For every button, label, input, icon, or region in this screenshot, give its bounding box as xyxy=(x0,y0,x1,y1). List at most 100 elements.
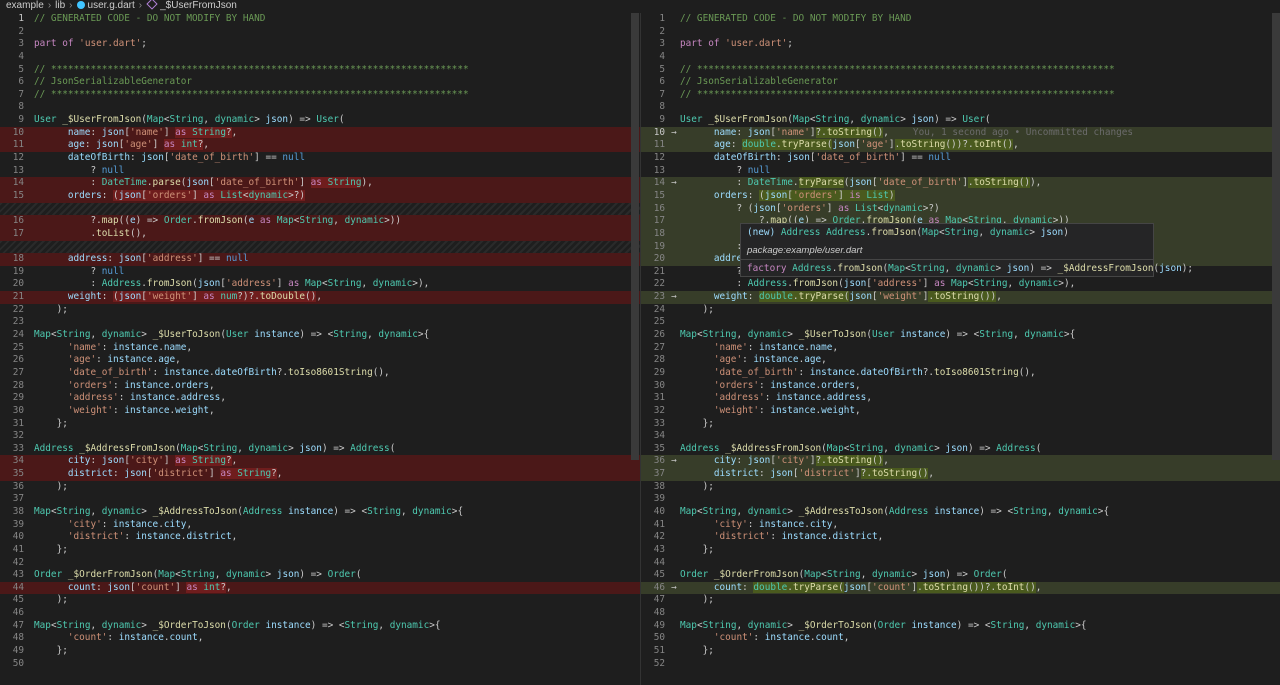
diff-spacer[interactable] xyxy=(0,240,640,254)
code-line[interactable]: 45 ); xyxy=(0,594,640,607)
code-line[interactable]: 36 → city: json['city']?.toString(), xyxy=(641,455,1280,469)
code-line[interactable]: 11 age: json['age'] as int?, xyxy=(0,139,640,153)
code-line[interactable]: 20 : Address.fromJson(json['address'] as… xyxy=(0,278,640,291)
code-line[interactable]: 31 }; xyxy=(0,418,640,431)
code-line[interactable]: 38 Map<String, dynamic> _$AddressToJson(A… xyxy=(0,506,640,519)
code-line[interactable]: 5 // ************************************… xyxy=(641,64,1280,77)
code-line[interactable]: 31 'address': instance.address, xyxy=(641,392,1280,405)
code-line[interactable]: 49 Map<String, dynamic> _$OrderToJson(Ord… xyxy=(641,620,1280,633)
code-line[interactable]: 15 orders: (json['orders'] is List) xyxy=(641,189,1280,203)
code-line[interactable]: 41 'city': instance.city, xyxy=(641,519,1280,532)
code-line[interactable]: 27 'date_of_birth': instance.dateOfBirth… xyxy=(0,367,640,380)
code-line[interactable]: 1 // GENERATED CODE - DO NOT MODIFY BY HA… xyxy=(641,13,1280,26)
code-line[interactable]: 46 xyxy=(0,607,640,620)
code-line[interactable]: 13 ? null xyxy=(641,165,1280,178)
code-line[interactable]: 36 ); xyxy=(0,481,640,494)
code-line[interactable]: 32 xyxy=(0,430,640,443)
code-line[interactable]: 37 xyxy=(0,493,640,506)
code-line[interactable]: 24 ); xyxy=(641,304,1280,317)
code-line[interactable]: 47 ); xyxy=(641,594,1280,607)
code-line[interactable]: 50 'count': instance.count, xyxy=(641,632,1280,645)
code-line[interactable]: 9 User _$UserFromJson(Map<String, dynamic… xyxy=(0,114,640,127)
code-line[interactable]: 3 part of 'user.dart'; xyxy=(0,38,640,51)
code-line[interactable]: 52 xyxy=(641,658,1280,671)
code-line[interactable]: 43 Order _$OrderFromJson(Map<String, dyna… xyxy=(0,569,640,582)
code-line[interactable]: 30 'orders': instance.orders, xyxy=(641,380,1280,393)
code-line[interactable]: 2 xyxy=(0,26,640,39)
code-line[interactable]: 16 ?.map((e) => Order.fromJson(e as Map<… xyxy=(0,215,640,228)
code-line[interactable]: 37 district: json['district']?.toString(… xyxy=(641,468,1280,481)
code-line[interactable]: 21 weight: (json['weight'] as num?)?.toD… xyxy=(0,291,640,304)
code-line[interactable]: 4 xyxy=(641,51,1280,64)
code-line[interactable]: 43 }; xyxy=(641,544,1280,557)
code-line[interactable]: 17 .toList(), xyxy=(0,227,640,241)
code-line[interactable]: 29 'address': instance.address, xyxy=(0,392,640,405)
code-line[interactable]: 6 // JsonSerializableGenerator xyxy=(0,76,640,89)
modified-editor-pane[interactable]: 1 // GENERATED CODE - DO NOT MODIFY BY HA… xyxy=(640,13,1280,685)
code-line[interactable]: 34 xyxy=(641,430,1280,443)
code-line[interactable]: 29 'date_of_birth': instance.dateOfBirth… xyxy=(641,367,1280,380)
code-line[interactable]: 13 ? null xyxy=(0,165,640,178)
code-line[interactable]: 16 ? (json['orders'] as List<dynamic>?) xyxy=(641,202,1280,216)
code-line[interactable]: 25 xyxy=(641,316,1280,329)
code-line[interactable]: 40 'district': instance.district, xyxy=(0,531,640,544)
breadcrumb-item-example[interactable]: example xyxy=(6,0,44,11)
code-line[interactable]: 42 'district': instance.district, xyxy=(641,531,1280,544)
code-line[interactable]: 42 xyxy=(0,557,640,570)
code-line[interactable]: 49 }; xyxy=(0,645,640,658)
code-line[interactable]: 39 xyxy=(641,493,1280,506)
code-line[interactable]: 28 'orders': instance.orders, xyxy=(0,380,640,393)
code-line[interactable]: 26 Map<String, dynamic> _$UserToJson(User… xyxy=(641,329,1280,342)
breadcrumb-item-symbol[interactable]: _$UserFromJson xyxy=(160,0,237,11)
code-line[interactable]: 41 }; xyxy=(0,544,640,557)
code-line[interactable]: 48 'count': instance.count, xyxy=(0,632,640,645)
code-line[interactable]: 18 address: json['address'] == null xyxy=(0,253,640,266)
code-line[interactable]: 15 orders: (json['orders'] as List<dynam… xyxy=(0,189,640,203)
original-editor-pane[interactable]: 1 // GENERATED CODE - DO NOT MODIFY BY HA… xyxy=(0,13,640,685)
code-line[interactable]: 7 // ************************************… xyxy=(641,89,1280,102)
code-line[interactable]: 44 count: json['count'] as int?, xyxy=(0,581,640,595)
code-line[interactable]: 23 xyxy=(0,316,640,329)
code-line[interactable]: 7 // ************************************… xyxy=(0,89,640,102)
code-line[interactable]: 48 xyxy=(641,607,1280,620)
code-line[interactable]: 3 part of 'user.dart'; xyxy=(641,38,1280,51)
code-line[interactable]: 51 }; xyxy=(641,645,1280,658)
code-line[interactable]: 6 // JsonSerializableGenerator xyxy=(641,76,1280,89)
code-line[interactable]: 24 Map<String, dynamic> _$UserToJson(User… xyxy=(0,329,640,342)
code-line[interactable]: 2 xyxy=(641,26,1280,39)
code-line[interactable]: 12 dateOfBirth: json['date_of_birth'] ==… xyxy=(0,152,640,165)
code-line[interactable]: 33 Address _$AddressFromJson(Map<String, … xyxy=(0,443,640,456)
code-line[interactable]: 5 // ************************************… xyxy=(0,64,640,77)
code-line[interactable]: 50 xyxy=(0,658,640,671)
code-line[interactable]: 27 'name': instance.name, xyxy=(641,342,1280,355)
code-line[interactable]: 44 xyxy=(641,557,1280,570)
code-line[interactable]: 30 'weight': instance.weight, xyxy=(0,405,640,418)
code-line[interactable]: 11 age: double.tryParse(json['age'].toSt… xyxy=(641,139,1280,153)
code-line[interactable]: 23 → weight: double.tryParse(json['weight… xyxy=(641,291,1280,304)
left-scrollbar[interactable] xyxy=(631,13,639,460)
code-line[interactable]: 14 : DateTime.parse(json['date_of_birth'… xyxy=(0,177,640,190)
code-line[interactable]: 35 Address _$AddressFromJson(Map<String, … xyxy=(641,443,1280,456)
code-line[interactable]: 35 district: json['district'] as String?… xyxy=(0,468,640,481)
code-line[interactable]: 40 Map<String, dynamic> _$AddressToJson(A… xyxy=(641,506,1280,519)
code-line[interactable]: 22 ); xyxy=(0,304,640,317)
code-line[interactable]: 33 }; xyxy=(641,418,1280,431)
right-scrollbar[interactable] xyxy=(1272,13,1280,460)
code-line[interactable]: 46 → count: double.tryParse(json['count']… xyxy=(641,581,1280,595)
code-line[interactable]: 9 User _$UserFromJson(Map<String, dynamic… xyxy=(641,114,1280,127)
code-line[interactable]: 8 xyxy=(0,101,640,114)
code-line[interactable]: 10 → name: json['name']?.toString(), You, … xyxy=(641,126,1280,140)
code-line[interactable]: 45 Order _$OrderFromJson(Map<String, dyna… xyxy=(641,569,1280,582)
code-line[interactable]: 8 xyxy=(641,101,1280,114)
code-line[interactable]: 19 ? null xyxy=(0,266,640,279)
code-line[interactable]: 1 // GENERATED CODE - DO NOT MODIFY BY HA… xyxy=(0,13,640,26)
code-line[interactable]: 28 'age': instance.age, xyxy=(641,354,1280,367)
code-line[interactable]: 10 name: json['name'] as String?, xyxy=(0,126,640,140)
code-line[interactable]: 32 'weight': instance.weight, xyxy=(641,405,1280,418)
code-line[interactable]: 26 'age': instance.age, xyxy=(0,354,640,367)
breadcrumb-item-lib[interactable]: lib xyxy=(55,0,65,11)
code-line[interactable]: 47 Map<String, dynamic> _$OrderToJson(Ord… xyxy=(0,620,640,633)
code-line[interactable]: 38 ); xyxy=(641,481,1280,494)
diff-spacer[interactable] xyxy=(0,202,640,216)
code-line[interactable]: 25 'name': instance.name, xyxy=(0,342,640,355)
